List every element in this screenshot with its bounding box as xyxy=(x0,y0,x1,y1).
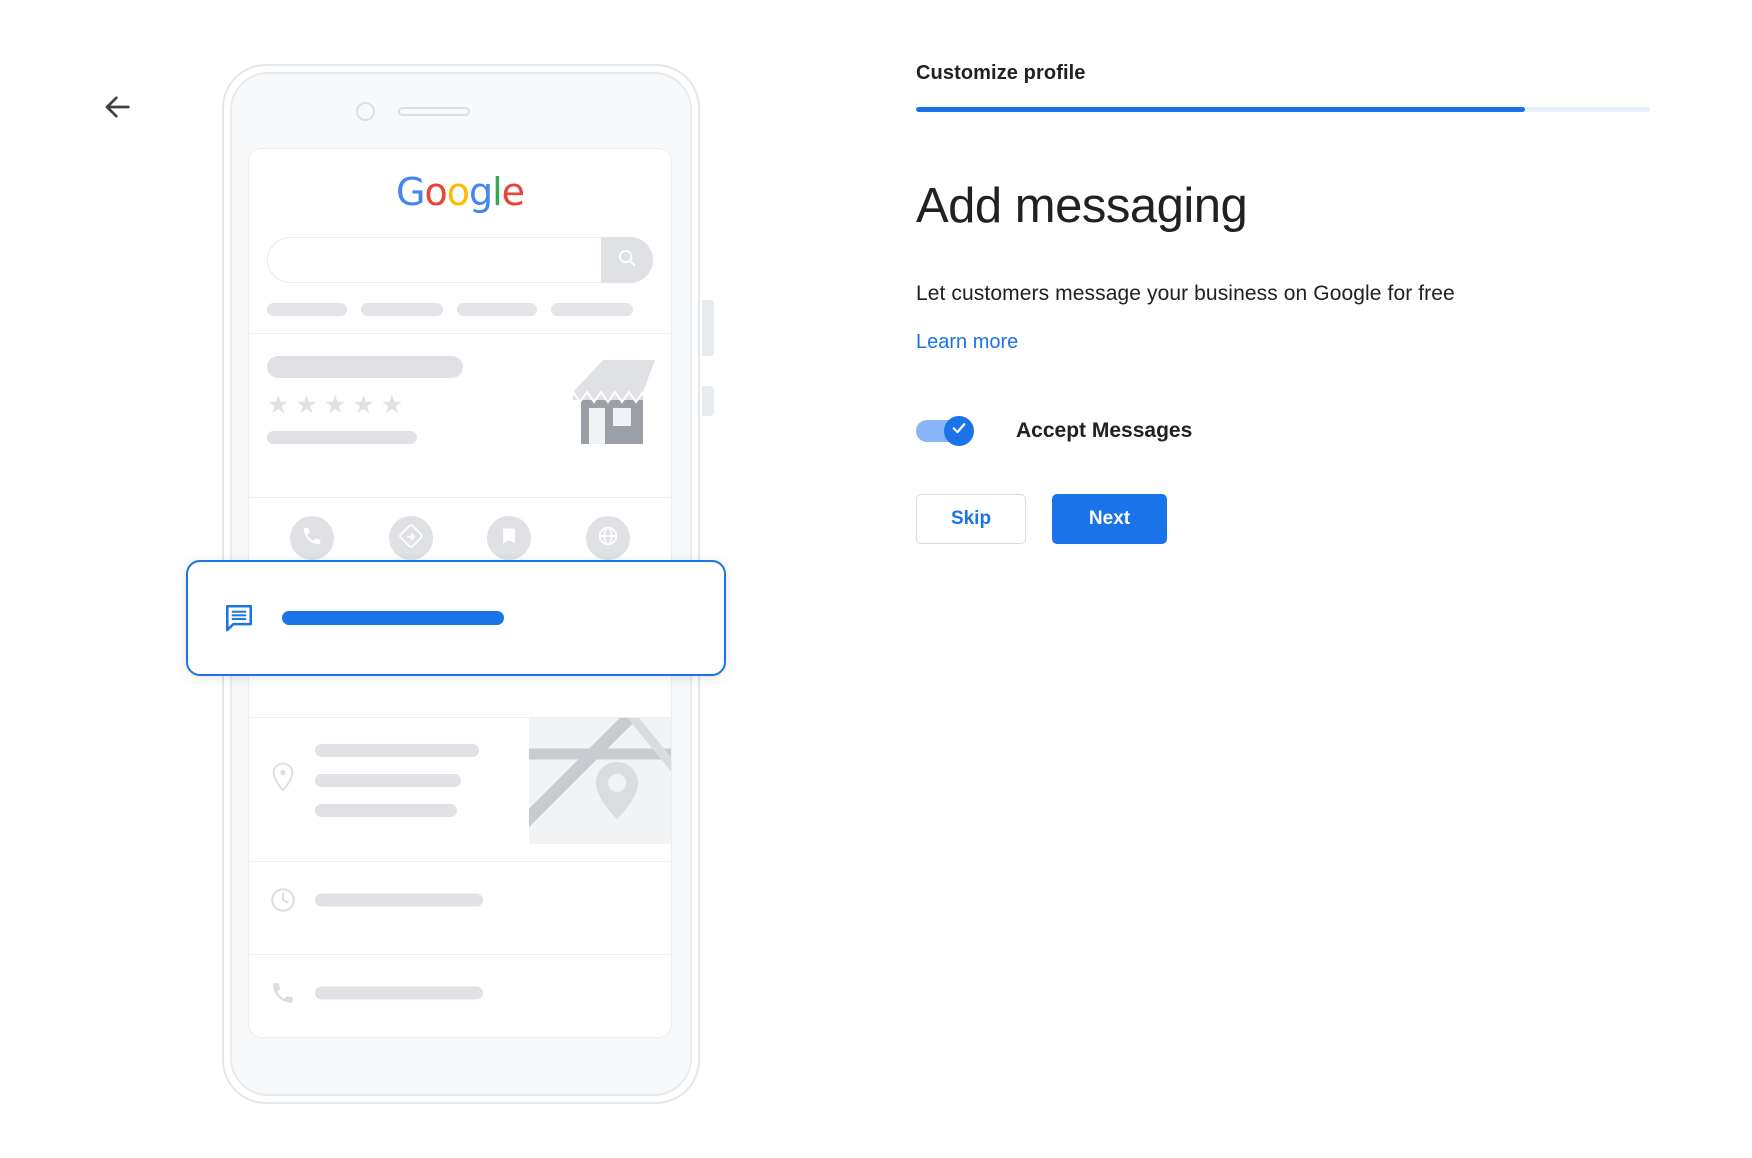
phone-speaker-icon xyxy=(398,107,470,116)
search-icon xyxy=(616,247,638,274)
action-button-row: Skip Next xyxy=(916,493,1656,544)
placeholder-bar xyxy=(315,774,461,787)
chip-placeholder[interactable] xyxy=(457,303,537,316)
address-row[interactable] xyxy=(249,718,671,844)
directions-icon xyxy=(398,523,423,553)
location-pin-icon xyxy=(271,762,295,792)
arrow-left-icon xyxy=(100,90,134,124)
placeholder-bar xyxy=(315,804,457,817)
search-filter-chips xyxy=(267,303,653,316)
storefront-icon xyxy=(551,356,661,444)
phone-row[interactable] xyxy=(249,955,671,1030)
phone-frame-inner: Google ★ ★ ★ ★ ★ xyxy=(186,72,726,1096)
phone-icon xyxy=(269,979,297,1007)
chip-placeholder[interactable] xyxy=(551,303,633,316)
google-logo-letter-4: g xyxy=(468,170,493,214)
accept-messages-row: Accept Messages xyxy=(916,415,1656,446)
placeholder-bar xyxy=(315,744,479,757)
message-icon xyxy=(222,601,256,635)
chip-placeholder[interactable] xyxy=(267,303,347,316)
business-subtitle-placeholder xyxy=(267,431,417,444)
google-logo-letter-5: l xyxy=(492,170,503,214)
action-save-button[interactable] xyxy=(487,516,532,560)
messaging-placeholder-bar xyxy=(282,611,504,625)
globe-icon xyxy=(597,525,619,552)
back-button[interactable] xyxy=(88,78,146,136)
google-logo: Google xyxy=(249,173,671,211)
customize-profile-panel: Customize profile Add messaging Let cust… xyxy=(916,62,1656,544)
chip-placeholder[interactable] xyxy=(361,303,443,316)
phone-power-button xyxy=(702,386,714,416)
page-title: Add messaging xyxy=(916,179,1248,233)
bookmark-icon xyxy=(499,526,519,551)
skip-button[interactable]: Skip xyxy=(916,493,1026,544)
google-logo-letter-2: o xyxy=(424,170,447,214)
business-name-placeholder xyxy=(267,356,463,378)
phone-volume-button xyxy=(702,300,714,356)
google-logo-letter-1: G xyxy=(395,170,425,214)
search-input[interactable] xyxy=(267,237,653,283)
page-subtitle: Let customers message your business on G… xyxy=(916,281,1455,305)
search-button[interactable] xyxy=(601,237,653,283)
star-icon: ★ xyxy=(267,391,290,419)
learn-more-link[interactable]: Learn more xyxy=(916,331,1018,354)
phone-preview: Google ★ ★ ★ ★ ★ xyxy=(186,64,726,1104)
hours-row[interactable] xyxy=(249,862,671,937)
phone-icon xyxy=(301,525,323,552)
star-icon: ★ xyxy=(295,391,318,419)
placeholder-bar xyxy=(315,893,483,906)
star-icon: ★ xyxy=(323,391,347,419)
toggle-thumb xyxy=(944,415,974,446)
phone-camera-icon xyxy=(356,102,375,121)
next-button[interactable]: Next xyxy=(1052,493,1167,544)
step-label: Customize profile xyxy=(916,62,1086,84)
business-card: ★ ★ ★ ★ ★ xyxy=(249,334,671,480)
progress-bar xyxy=(916,107,1650,112)
action-website-button[interactable] xyxy=(585,516,630,560)
search-row xyxy=(267,237,653,283)
google-logo-letter-3: o xyxy=(446,170,470,214)
accept-messages-label: Accept Messages xyxy=(1016,418,1193,442)
messaging-highlight-card[interactable] xyxy=(186,560,726,676)
clock-icon xyxy=(269,886,297,914)
check-icon xyxy=(950,419,968,442)
address-placeholder-lines xyxy=(315,744,479,834)
action-directions-button[interactable] xyxy=(388,516,433,560)
accept-messages-toggle[interactable] xyxy=(916,415,974,446)
star-icon: ★ xyxy=(352,391,375,419)
star-icon: ★ xyxy=(380,391,404,419)
action-call-button[interactable] xyxy=(290,516,335,560)
map-thumbnail[interactable] xyxy=(529,718,671,844)
placeholder-bar xyxy=(315,986,483,999)
progress-bar-fill xyxy=(916,107,1526,112)
google-logo-letter-6: e xyxy=(501,170,525,214)
